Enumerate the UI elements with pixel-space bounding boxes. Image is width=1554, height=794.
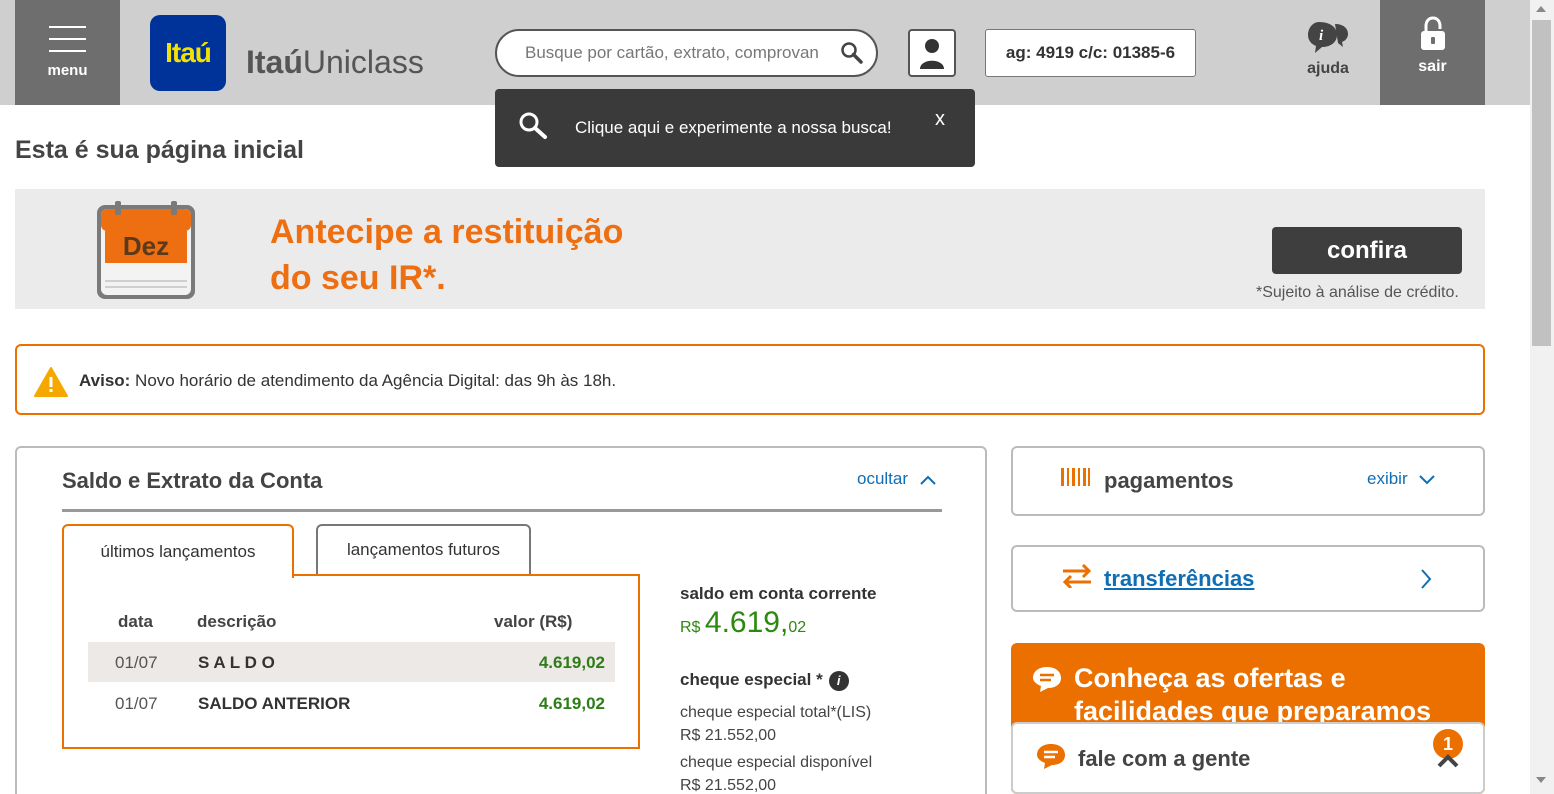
- promo-banner[interactable]: Dez Antecipe a restituição do seu IR*. c…: [15, 189, 1485, 309]
- row-description: S A L D O: [198, 653, 275, 672]
- payments-expand-link[interactable]: exibir: [1367, 469, 1436, 489]
- column-header-date: data: [118, 612, 153, 631]
- page-title: Esta é sua página inicial: [15, 136, 305, 164]
- banner-headline-line2: do seu IR*.: [270, 259, 446, 297]
- transfers-card[interactable]: transferências: [1011, 545, 1485, 612]
- menu-label: menu: [47, 62, 88, 79]
- banner-headline: Antecipe a restituição do seu IR*.: [270, 209, 623, 301]
- lock-icon: [1421, 16, 1445, 50]
- logo-text: Itaú: [165, 37, 212, 68]
- row-value: 4.619,02: [538, 694, 605, 713]
- hide-toggle-label: ocultar: [857, 469, 909, 488]
- overdraft-available-value: R$ 21.552,00: [680, 777, 777, 794]
- balance-integer: 4.619,: [704, 606, 789, 639]
- notice-box: Aviso: Novo horário de atendimento da Ag…: [15, 344, 1485, 415]
- menu-button[interactable]: menu: [15, 0, 120, 105]
- search-box[interactable]: [495, 29, 878, 77]
- account-panel-title: Saldo e Extrato da Conta: [62, 468, 323, 493]
- balance-value: R$ 4.619,02: [680, 606, 806, 640]
- notice-label: Aviso:: [79, 371, 131, 390]
- tooltip-close-button[interactable]: x: [935, 108, 945, 131]
- row-value: 4.619,02: [538, 653, 605, 672]
- brand-light: Uniclass: [302, 44, 424, 80]
- balance-cents: 02: [788, 619, 807, 636]
- row-date: 01/07: [115, 653, 158, 672]
- chat-bubble-icon: [1033, 667, 1061, 692]
- scroll-down-arrow[interactable]: [1536, 777, 1546, 783]
- column-header-value: valor (R$): [494, 612, 573, 631]
- table-row[interactable]: 01/07 SALDO ANTERIOR 4.619,02: [88, 683, 615, 723]
- payments-expand-label: exibir: [1367, 469, 1408, 488]
- chevron-up-icon[interactable]: [1437, 754, 1459, 768]
- tooltip-text: Clique aqui e experimente a nossa busca!: [575, 118, 892, 137]
- overdraft-label: cheque especial * i: [680, 670, 849, 691]
- search-icon: [519, 112, 547, 139]
- chat-widget[interactable]: fale com a gente 1: [1011, 722, 1485, 794]
- overdraft-total-value: R$ 21.552,00: [680, 727, 777, 744]
- chevron-up-icon: [920, 475, 936, 485]
- tab-latest-transactions[interactable]: últimos lançamentos: [62, 524, 294, 578]
- account-info: ag: 4919 c/c: 01385-6: [985, 29, 1196, 77]
- scroll-up-arrow[interactable]: [1536, 6, 1546, 12]
- overdraft-label-text: cheque especial *: [680, 670, 823, 689]
- row-description: SALDO ANTERIOR: [198, 694, 351, 713]
- help-chat-icon: i: [1308, 22, 1348, 53]
- account-balance-panel: Saldo e Extrato da Conta ocultar últimos…: [15, 446, 987, 794]
- barcode-icon: [1061, 468, 1090, 486]
- info-icon[interactable]: i: [828, 670, 849, 691]
- column-header-description: descrição: [197, 612, 277, 631]
- brand-name: ItaúUniclass: [246, 44, 424, 81]
- user-icon: [920, 39, 944, 69]
- itau-logo[interactable]: Itaú: [150, 15, 226, 91]
- chat-bubble-icon: [1037, 744, 1065, 769]
- banner-cta-button[interactable]: confira: [1272, 227, 1462, 274]
- panel-divider: [62, 509, 942, 512]
- overdraft-available-label: cheque especial disponível: [680, 754, 873, 771]
- scrollbar-thumb[interactable]: [1532, 20, 1551, 346]
- brand-bold: Itaú: [246, 44, 303, 80]
- balance-label: saldo em conta corrente: [680, 584, 877, 603]
- banner-headline-line1: Antecipe a restituição: [270, 213, 624, 251]
- user-profile-button[interactable]: [908, 29, 956, 77]
- balance-currency: R$: [680, 619, 701, 636]
- hide-toggle-link[interactable]: ocultar: [857, 469, 937, 489]
- overdraft-total-label: cheque especial total*(LIS): [680, 704, 872, 721]
- payments-card[interactable]: pagamentos exibir: [1011, 446, 1485, 516]
- logout-button[interactable]: sair: [1380, 0, 1485, 105]
- search-input[interactable]: [525, 41, 831, 65]
- search-tooltip: Clique aqui e experimente a nossa busca!…: [495, 89, 975, 167]
- tab-future-transactions[interactable]: lançamentos futuros: [316, 524, 531, 576]
- warning-icon: [34, 367, 68, 397]
- hamburger-icon: [49, 26, 86, 52]
- offers-title: Conheça as ofertas e facilidades que pre…: [1074, 663, 1432, 726]
- banner-disclaimer: *Sujeito à análise de crédito.: [1256, 284, 1459, 301]
- transfer-arrows-icon: [1062, 564, 1092, 588]
- help-button[interactable]: i ajuda: [1300, 18, 1356, 82]
- logout-label: sair: [1418, 58, 1447, 75]
- transactions-table: data descrição valor (R$) 01/07 S A L D …: [62, 574, 640, 749]
- notice-message: Novo horário de atendimento da Agência D…: [130, 371, 617, 390]
- search-icon[interactable]: [840, 41, 864, 65]
- notice-text: Aviso: Novo horário de atendimento da Ag…: [79, 371, 616, 391]
- payments-title: pagamentos: [1104, 468, 1234, 493]
- chevron-right-icon: [1421, 569, 1432, 589]
- row-date: 01/07: [115, 694, 158, 713]
- chat-title: fale com a gente: [1078, 746, 1251, 771]
- help-label: ajuda: [1307, 60, 1349, 77]
- calendar-month: Dez: [122, 231, 170, 261]
- table-row[interactable]: 01/07 S A L D O 4.619,02: [88, 642, 615, 682]
- chevron-down-icon: [1419, 474, 1436, 484]
- transfers-title[interactable]: transferências: [1104, 566, 1254, 592]
- page: menu Itaú ItaúUniclass ag: 4919 c/c: 013…: [0, 0, 1554, 794]
